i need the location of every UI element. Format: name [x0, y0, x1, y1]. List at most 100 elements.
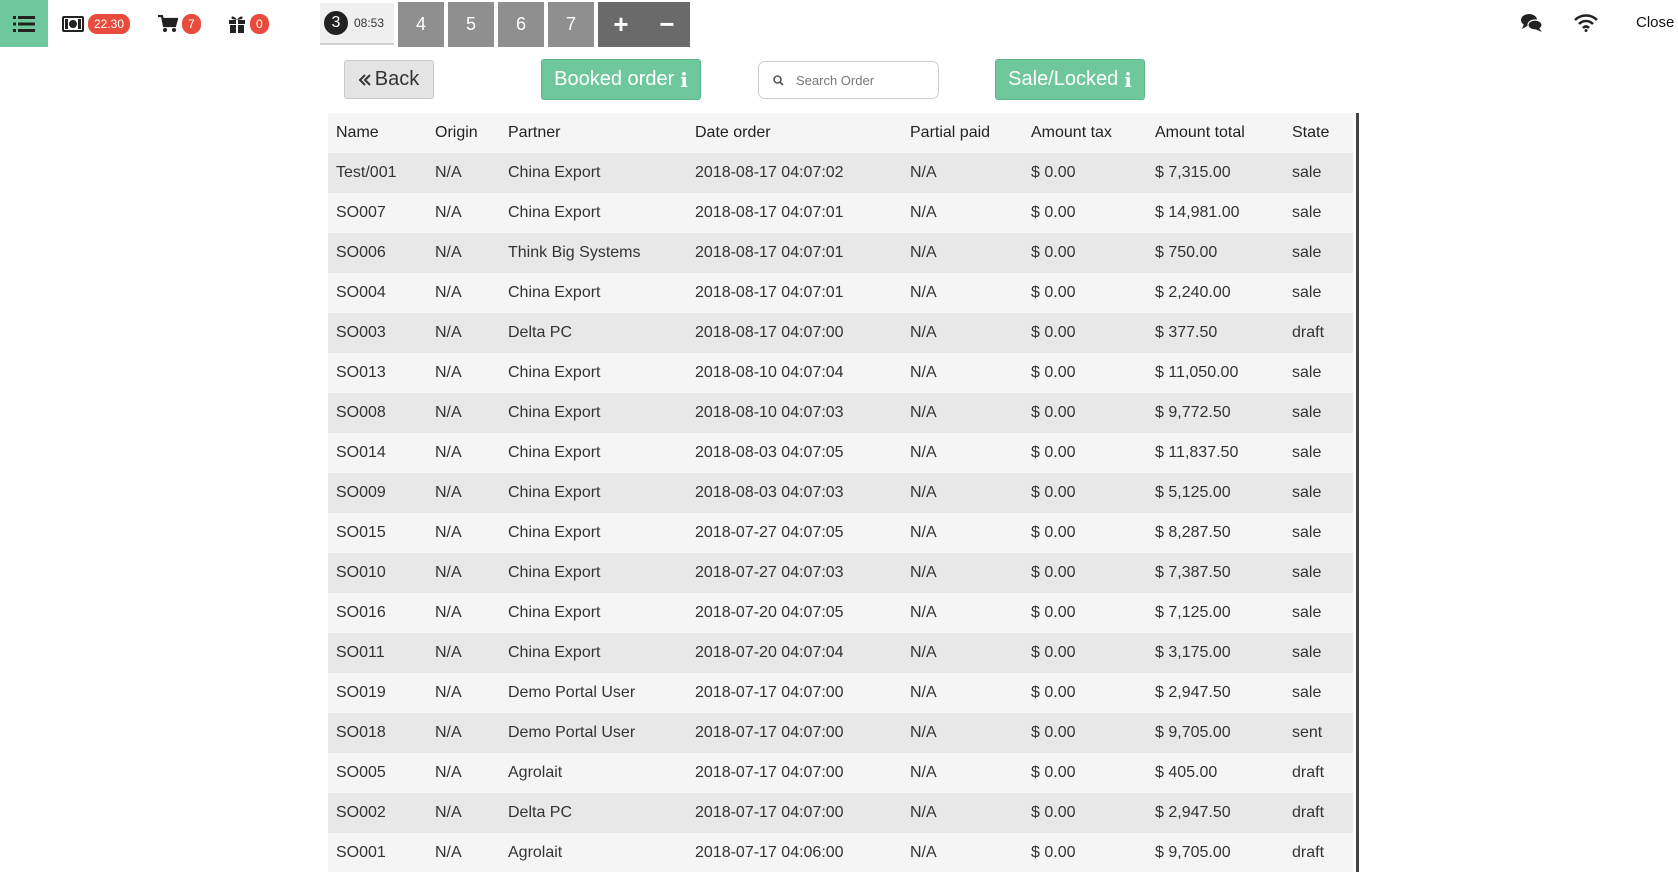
column-header-name[interactable]: Name — [328, 113, 427, 153]
table-row[interactable]: SO019 N/A Demo Portal User 2018-07-17 04:07… — [328, 673, 1353, 713]
wifi-icon — [1574, 14, 1598, 32]
table-row[interactable]: SO004 N/A China Export 2018-08-17 04:07:01 N… — [328, 273, 1353, 313]
cell-name: SO018 — [336, 724, 386, 741]
table-row[interactable]: SO011 N/A China Export 2018-07-20 04:07:04 N… — [328, 633, 1353, 673]
cell-name: SO004 — [336, 284, 386, 301]
orders-table: Name Origin Partner Date order Partial p… — [328, 113, 1353, 872]
cart-button[interactable]: 7 — [158, 12, 201, 36]
current-order-tab[interactable]: 3 08:53 — [320, 3, 394, 45]
cell-date-order: 2018-08-10 04:07:04 — [695, 364, 844, 381]
table-row[interactable]: SO008 N/A China Export 2018-08-10 04:07:03 N… — [328, 393, 1353, 433]
cell-name: SO001 — [336, 844, 386, 861]
column-header-partner[interactable]: Partner — [500, 113, 687, 153]
cell-state: sent — [1292, 724, 1323, 741]
table-row[interactable]: SO009 N/A China Export 2018-08-03 04:07:03 N… — [328, 473, 1353, 513]
cell-partner: Delta PC — [508, 324, 573, 341]
cell-origin: N/A — [435, 804, 462, 821]
cell-date-order: 2018-08-17 04:07:01 — [695, 244, 844, 261]
order-tab-6[interactable]: 6 — [498, 2, 544, 47]
order-tab-5[interactable]: 5 — [448, 2, 494, 47]
column-header-amount-tax[interactable]: Amount tax — [1023, 113, 1147, 153]
cell-partner: China Export — [508, 204, 601, 221]
cell-origin: N/A — [435, 284, 462, 301]
table-row[interactable]: SO015 N/A China Export 2018-07-27 04:07:05 N… — [328, 513, 1353, 553]
double-chevron-left-icon — [358, 73, 371, 86]
order-tab-7[interactable]: 7 — [548, 2, 594, 47]
cell-partner: China Export — [508, 404, 601, 421]
table-row[interactable]: SO003 N/A Delta PC 2018-08-17 04:07:00 N/A $ … — [328, 313, 1353, 353]
booked-order-button[interactable]: Booked order i — [541, 59, 701, 100]
cell-name: SO006 — [336, 244, 386, 261]
cell-partner: Demo Portal User — [508, 724, 636, 741]
cell-name: SO013 — [336, 364, 386, 381]
chat-button[interactable] — [1521, 13, 1543, 38]
cell-partner: China Export — [508, 444, 601, 461]
table-row[interactable]: SO016 N/A China Export 2018-07-20 04:07:05 N… — [328, 593, 1353, 633]
remove-order-button[interactable]: − — [644, 2, 690, 47]
cell-state: sale — [1292, 564, 1322, 581]
sale-locked-button[interactable]: Sale/Locked i — [995, 59, 1145, 100]
cell-state: sale — [1292, 164, 1322, 181]
cell-origin: N/A — [435, 844, 462, 861]
cell-date-order: 2018-07-17 04:06:00 — [695, 844, 844, 861]
cell-date-order: 2018-08-17 04:07:01 — [695, 284, 844, 301]
cell-partial-paid: N/A — [910, 844, 937, 861]
cell-origin: N/A — [435, 204, 462, 221]
add-order-button[interactable]: + — [598, 2, 644, 47]
gift-icon — [229, 16, 245, 33]
cell-amount-tax: $ 0.00 — [1031, 164, 1076, 181]
cash-button[interactable]: 22.30 — [62, 12, 131, 36]
cell-state: sale — [1292, 364, 1322, 381]
back-label: Back — [374, 68, 420, 90]
cell-date-order: 2018-08-03 04:07:05 — [695, 444, 844, 461]
cell-amount-tax: $ 0.00 — [1031, 724, 1076, 741]
table-row[interactable]: SO013 N/A China Export 2018-08-10 04:07:04 N… — [328, 353, 1353, 393]
cell-partner: Agrolait — [508, 764, 563, 781]
cell-origin: N/A — [435, 484, 462, 501]
search-order-input[interactable] — [794, 71, 928, 89]
column-header-partial-paid[interactable]: Partial paid — [902, 113, 1023, 153]
cell-amount-total: $ 377.50 — [1155, 324, 1218, 341]
cell-name: SO008 — [336, 404, 386, 421]
table-row[interactable]: SO007 N/A China Export 2018-08-17 04:07:01 N… — [328, 193, 1353, 233]
menu-button[interactable] — [0, 0, 48, 47]
search-order-box[interactable] — [758, 61, 939, 99]
cell-partial-paid: N/A — [910, 444, 937, 461]
table-row[interactable]: SO001 N/A Agrolait 2018-07-17 04:06:00 N/A $ … — [328, 833, 1353, 872]
cell-date-order: 2018-07-27 04:07:03 — [695, 564, 844, 581]
cell-amount-total: $ 9,705.00 — [1155, 844, 1231, 861]
cell-amount-tax: $ 0.00 — [1031, 844, 1076, 861]
table-row[interactable]: Test/001 N/A China Export 2018-08-17 04:07:… — [328, 153, 1353, 193]
order-tab-4[interactable]: 4 — [398, 2, 444, 47]
column-header-state[interactable]: State — [1284, 113, 1353, 153]
column-header-origin[interactable]: Origin — [427, 113, 500, 153]
cell-name: SO019 — [336, 684, 386, 701]
cell-date-order: 2018-08-17 04:07:02 — [695, 164, 844, 181]
table-row[interactable]: SO010 N/A China Export 2018-07-27 04:07:03 N… — [328, 553, 1353, 593]
back-button[interactable]: Back — [344, 60, 434, 99]
cell-name: SO015 — [336, 524, 386, 541]
table-row[interactable]: SO014 N/A China Export 2018-08-03 04:07:05 N… — [328, 433, 1353, 473]
table-row[interactable]: SO018 N/A Demo Portal User 2018-07-17 04:07… — [328, 713, 1353, 753]
cell-amount-tax: $ 0.00 — [1031, 324, 1076, 341]
cell-partner: China Export — [508, 564, 601, 581]
cell-date-order: 2018-08-03 04:07:03 — [695, 484, 844, 501]
cell-name: SO007 — [336, 204, 386, 221]
cash-badge: 22.30 — [88, 14, 131, 34]
table-row[interactable]: SO002 N/A Delta PC 2018-07-17 04:07:00 N/A $ … — [328, 793, 1353, 833]
column-header-amount-total[interactable]: Amount total — [1147, 113, 1284, 153]
close-button[interactable]: Close — [1636, 14, 1674, 31]
cart-icon — [158, 15, 178, 32]
orders-table-container[interactable]: Name Origin Partner Date order Partial p… — [328, 113, 1359, 872]
gift-button[interactable]: 0 — [228, 12, 269, 36]
column-header-date-order[interactable]: Date order — [687, 113, 902, 153]
cell-partner: Agrolait — [508, 844, 563, 861]
cell-origin: N/A — [435, 244, 462, 261]
chat-icon — [1521, 14, 1543, 32]
table-row[interactable]: SO006 N/A Think Big Systems 2018-08-17 04:0… — [328, 233, 1353, 273]
cell-name: SO002 — [336, 804, 386, 821]
table-row[interactable]: SO005 N/A Agrolait 2018-07-17 04:07:00 N/A $ … — [328, 753, 1353, 793]
cell-amount-total: $ 405.00 — [1155, 764, 1218, 781]
cell-name: Test/001 — [336, 164, 397, 181]
cell-partial-paid: N/A — [910, 204, 937, 221]
